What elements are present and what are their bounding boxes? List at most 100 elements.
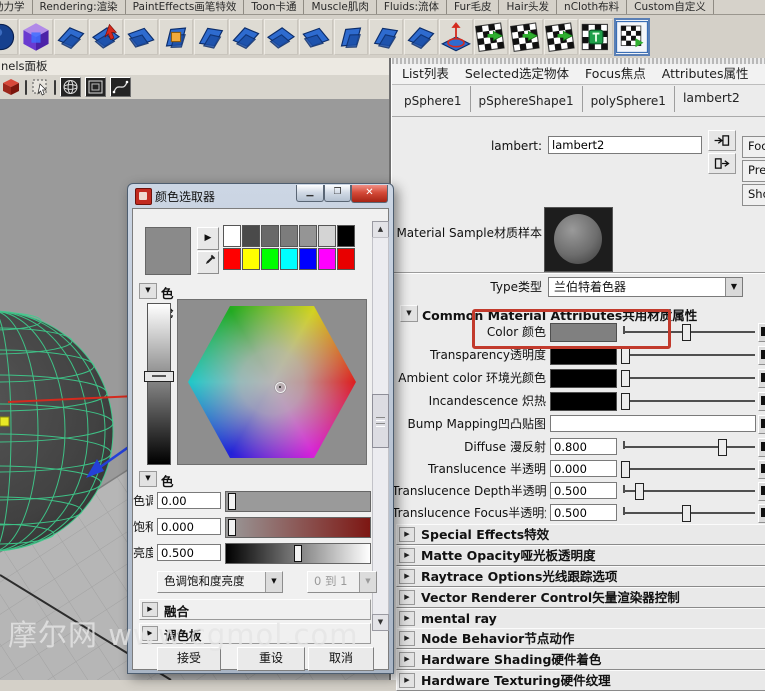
chevron-right-icon[interactable]: ▶ [142, 602, 158, 617]
checker-shelf-icon[interactable] [544, 19, 578, 55]
hue-field[interactable] [157, 492, 221, 509]
color-swatch[interactable] [550, 323, 617, 342]
texture-map-button[interactable] [758, 438, 765, 457]
accept-button[interactable]: 接受 [157, 647, 221, 671]
poly-window-shelf-icon[interactable] [159, 19, 193, 55]
shelf-tab[interactable]: Fluids:流体 [377, 0, 447, 14]
collapsed-section-bar[interactable]: ▶Node Behavior节点动作 [396, 628, 765, 649]
shelf-tab[interactable]: Toon卡通 [244, 0, 304, 14]
reset-button[interactable]: 重设 [237, 647, 305, 671]
panel-menu[interactable]: nels面板 [0, 58, 390, 76]
saturation-slider[interactable] [225, 517, 371, 538]
move-shelf-icon[interactable] [439, 19, 473, 55]
palette-color-cell[interactable] [299, 225, 317, 247]
flyout-arrow-button[interactable]: ▶ [197, 227, 219, 250]
texture-map-button[interactable] [758, 482, 765, 501]
frame-icon[interactable] [85, 77, 106, 97]
value-gradient-slider[interactable] [147, 303, 171, 465]
poly-shelf-icon[interactable] [369, 19, 403, 55]
poly-shelf-icon[interactable] [229, 19, 263, 55]
color-swatch[interactable] [550, 369, 617, 388]
menu-item[interactable]: Selected选定物体 [465, 64, 569, 84]
chevron-down-icon[interactable]: ▼ [139, 283, 157, 299]
chevron-right-icon[interactable]: ▶ [399, 527, 415, 542]
color-cursor[interactable] [275, 382, 286, 393]
checker-sel-shelf-icon[interactable] [614, 18, 650, 56]
palette-color-cell[interactable] [318, 225, 336, 247]
palette-color-cell[interactable] [261, 248, 279, 270]
maximize-button[interactable]: ❐ [324, 185, 351, 202]
material-sample-swatch[interactable] [544, 207, 613, 272]
sphere-shelf-icon[interactable] [0, 19, 18, 55]
collapsed-section-bar[interactable]: ▶Raytrace Options光线跟踪选项 [396, 566, 765, 587]
shelf-tab[interactable]: Fur毛皮 [447, 0, 499, 14]
editor-tab[interactable]: polySphere1 [583, 86, 675, 112]
value-field[interactable] [550, 438, 617, 455]
color-swatch[interactable] [550, 346, 617, 365]
attribute-slider[interactable] [623, 459, 755, 479]
collapsed-section-bar[interactable]: ▶Special Effects特效 [396, 524, 765, 545]
menu-item[interactable]: List列表 [402, 64, 449, 84]
poly-shelf-icon[interactable] [299, 19, 333, 55]
blend-section-bar[interactable]: ▶ 融合 [139, 599, 371, 620]
poly-shelf-icon[interactable] [404, 19, 438, 55]
poly-shelf-icon[interactable] [264, 19, 298, 55]
attribute-slider[interactable] [623, 391, 755, 411]
collapsed-section-bar[interactable]: ▶Hardware Texturing硬件纹理 [396, 670, 765, 691]
palette-section-bar[interactable]: ▶ 调色板 [139, 623, 371, 644]
common-attributes-header[interactable]: ▼ Common Material Attributes共用材质属性 [392, 305, 765, 323]
attribute-slider[interactable] [623, 368, 755, 388]
value-field[interactable] [550, 504, 617, 521]
output-connection-button[interactable] [708, 153, 736, 174]
attribute-slider[interactable] [623, 503, 755, 523]
menu-item[interactable]: Attributes属性 [662, 64, 749, 84]
texture-map-button[interactable] [758, 392, 765, 411]
value-field[interactable] [157, 544, 221, 561]
color-picker-dialog[interactable]: 颜色选取器 ▁ ❐ ✕ ▶ ▲ ▼ ▼ 色轮 ▼ 色带 色调 [127, 183, 394, 674]
scroll-down-icon[interactable]: ▼ [372, 614, 389, 631]
attribute-slider[interactable] [623, 345, 755, 365]
curve-icon[interactable] [110, 77, 131, 97]
palette-color-cell[interactable] [299, 248, 317, 270]
wire-sphere-icon[interactable] [60, 77, 81, 97]
chevron-down-icon[interactable]: ▼ [139, 471, 157, 487]
palette-color-cell[interactable] [337, 248, 355, 270]
eyedropper-button[interactable] [197, 251, 219, 274]
chevron-right-icon[interactable]: ▶ [399, 569, 415, 584]
shelf-tab[interactable]: PaintEffects画笔特效 [126, 0, 245, 14]
chevron-down-icon[interactable]: ▼ [265, 572, 282, 592]
editor-tab[interactable]: lambert2 [675, 86, 748, 109]
checker-shelf-icon[interactable] [509, 19, 543, 55]
chevron-right-icon[interactable]: ▶ [399, 611, 415, 626]
poly-shelf-icon[interactable] [334, 19, 368, 55]
collapsed-section-bar[interactable]: ▶Hardware Shading硬件着色 [396, 649, 765, 670]
menu-item[interactable]: Focus焦点 [585, 64, 646, 84]
shelf-tab[interactable]: nCloth布料 [557, 0, 627, 14]
cube-shelf-icon[interactable] [19, 19, 53, 55]
poly-shelf-icon[interactable] [124, 19, 158, 55]
editor-tab[interactable]: pSphereShape1 [471, 86, 583, 112]
chevron-right-icon[interactable]: ▶ [399, 548, 415, 563]
editor-tab[interactable]: pSphere1 [396, 86, 471, 112]
shelf-tab[interactable]: Rendering:渲染 [33, 0, 126, 14]
poly-shelf-icon[interactable] [54, 19, 88, 55]
dialog-titlebar[interactable]: 颜色选取器 ▁ ❐ ✕ [128, 184, 393, 208]
scroll-up-icon[interactable]: ▲ [372, 221, 389, 238]
palette-color-cell[interactable] [242, 248, 260, 270]
red-cube-icon[interactable] [2, 78, 21, 96]
chevron-down-icon[interactable]: ▼ [359, 572, 376, 592]
color-wheel-area[interactable] [177, 299, 367, 465]
select-tool-icon[interactable] [31, 78, 50, 96]
shelf-tab[interactable]: Hair头发 [499, 0, 557, 14]
texture-map-button[interactable] [758, 415, 765, 434]
poly-shelf-icon[interactable] [194, 19, 228, 55]
foc-button[interactable]: Foc [742, 136, 765, 158]
shader-type-dropdown[interactable]: 兰伯特着色器 ▼ [548, 277, 743, 297]
palette-color-cell[interactable] [223, 248, 241, 270]
cancel-button[interactable]: 取消 [308, 647, 374, 671]
pres-button[interactable]: Pres [742, 160, 765, 182]
value-slider-handle[interactable] [144, 371, 174, 382]
shelf-tab[interactable]: 动力学 [0, 0, 33, 14]
color-swatch[interactable] [550, 392, 617, 411]
input-connection-button[interactable] [708, 130, 736, 151]
